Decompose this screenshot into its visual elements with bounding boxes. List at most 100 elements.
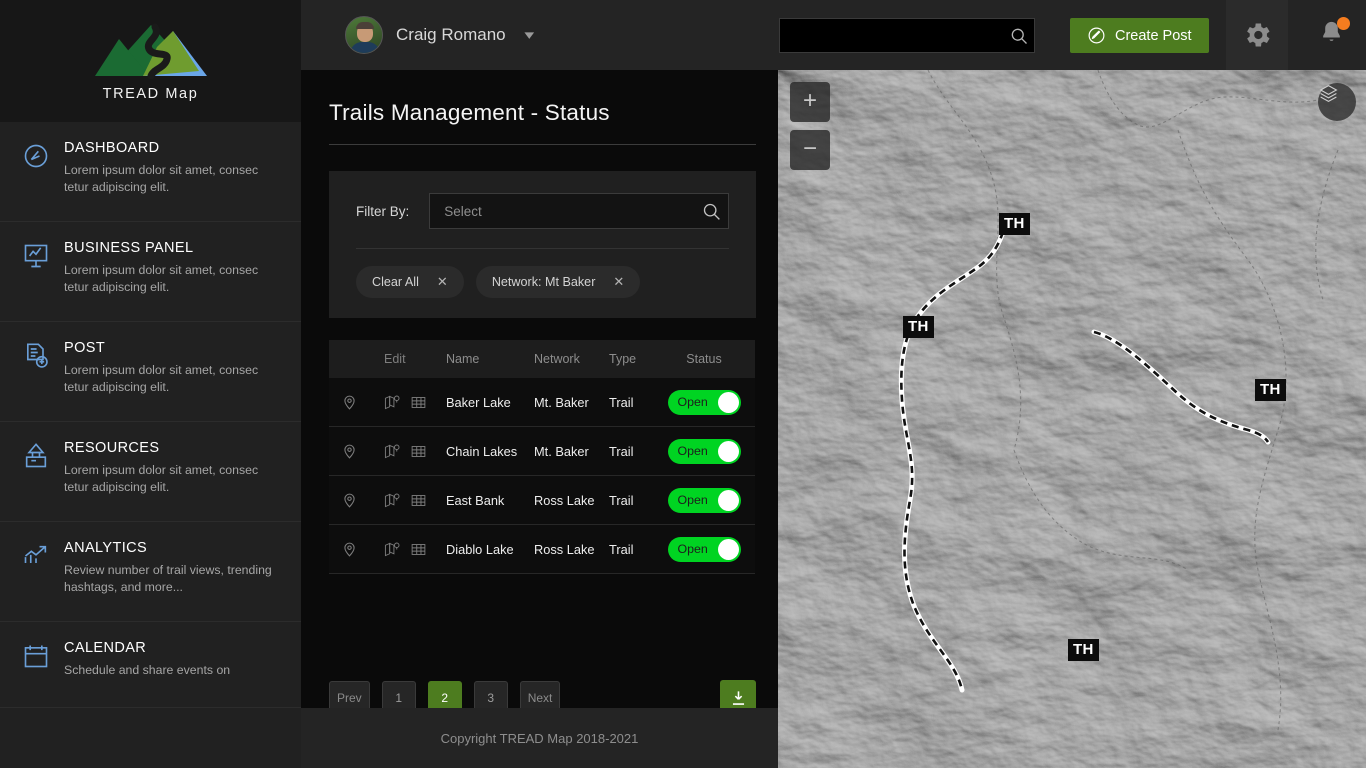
sidebar-item-analytics[interactable]: ANALYTICS Review number of trail views, … (0, 522, 301, 622)
layers-icon (1319, 84, 1338, 103)
cell-name: Chain Lakes (446, 443, 518, 459)
status-toggle[interactable]: Open (667, 389, 741, 415)
zoom-out-button[interactable]: − (790, 130, 830, 170)
presentation-chart-icon (22, 242, 50, 270)
sidebar-item-dashboard[interactable]: DASHBOARD Lorem ipsum dolor sit amet, co… (0, 122, 301, 222)
filter-card: Filter By: Clear All ✕ Network (329, 171, 756, 318)
create-post-button[interactable]: Create Post (1070, 18, 1209, 53)
cell-type: Trail (609, 394, 634, 410)
network-filter-chip[interactable]: Network: Mt Baker ✕ (475, 266, 641, 298)
row-edit-actions[interactable] (370, 541, 446, 558)
status-label: Open (677, 493, 708, 507)
map-pin-icon[interactable] (329, 394, 370, 411)
sidebar-item-business-panel[interactable]: BUSINESS PANEL Lorem ipsum dolor sit ame… (0, 222, 301, 322)
sidebar-item-post[interactable]: POST Lorem ipsum dolor sit amet, consec … (0, 322, 301, 422)
trails-table: Edit Name Network Type Status Baker Lake… (329, 340, 755, 574)
header-search[interactable] (779, 18, 1035, 53)
row-edit-actions[interactable] (370, 492, 446, 509)
trailhead-marker[interactable]: TH (903, 316, 934, 338)
filter-select-input[interactable] (430, 203, 694, 219)
sidebar: TREAD Map DASHBOARD Lorem ipsum dolor si… (0, 0, 301, 768)
filter-divider (356, 248, 729, 249)
cell-name: Baker Lake (446, 394, 511, 410)
cell-network: Ross Lake (534, 492, 595, 508)
table-grid-icon[interactable] (410, 443, 427, 460)
map-layers-button[interactable] (1318, 83, 1356, 121)
user-name: Craig Romano (396, 25, 506, 44)
pencil-circle-icon (1088, 27, 1105, 44)
trailhead-marker[interactable]: TH (1255, 379, 1286, 401)
search-icon (694, 201, 728, 222)
notification-badge (1336, 17, 1350, 30)
search-icon (1004, 26, 1034, 46)
col-header-type: Type (609, 352, 637, 366)
cell-type: Trail (609, 492, 634, 508)
sidebar-item-calendar[interactable]: CALENDAR Schedule and share events on (0, 622, 301, 708)
filter-select[interactable] (429, 193, 729, 229)
close-icon[interactable]: ✕ (613, 274, 624, 290)
download-icon (732, 690, 744, 705)
map-pin-icon[interactable] (329, 492, 370, 509)
trending-up-icon (22, 542, 50, 570)
title-divider (329, 144, 756, 145)
table-row[interactable]: Diablo Lake Ross Lake Trail Open (329, 525, 755, 574)
sidebar-item-label: BUSINESS PANEL (64, 240, 194, 256)
col-header-status: Status (686, 352, 722, 366)
toggle-knob (717, 391, 739, 413)
mountain-trail-logo (94, 23, 207, 79)
table-row[interactable]: Chain Lakes Mt. Baker Trail Open (329, 427, 755, 476)
chip-label: Clear All (372, 275, 419, 289)
clear-all-chip[interactable]: Clear All ✕ (356, 266, 464, 298)
sidebar-item-resources[interactable]: RESOURCES Lorem ipsum dolor sit amet, co… (0, 422, 301, 522)
status-label: Open (677, 542, 708, 556)
table-row[interactable]: Baker Lake Mt. Baker Trail Open (329, 378, 755, 427)
copyright-text: Copyright TREAD Map 2018-2021 (440, 730, 639, 746)
row-edit-actions[interactable] (370, 443, 446, 460)
status-toggle[interactable]: Open (667, 536, 741, 562)
brand-logo-block: TREAD Map (0, 0, 301, 122)
chip-label: Network: Mt Baker (491, 275, 596, 289)
table-grid-icon[interactable] (410, 541, 427, 558)
table-row[interactable]: East Bank Ross Lake Trail Open (329, 476, 755, 525)
sidebar-item-desc: Lorem ipsum dolor sit amet, consec tetur… (64, 463, 259, 494)
col-header-name: Name (446, 352, 480, 366)
notifications-button[interactable] (1300, 0, 1362, 70)
settings-button[interactable] (1226, 0, 1288, 70)
sidebar-item-label: DASHBOARD (64, 140, 160, 156)
terrain-layer (778, 70, 1366, 768)
row-edit-actions[interactable] (370, 394, 446, 411)
search-input[interactable] (780, 19, 1004, 52)
map-canvas[interactable]: + − TH TH TH TH (778, 70, 1366, 768)
map-location-icon[interactable] (384, 541, 401, 558)
app-root: TREAD Map DASHBOARD Lorem ipsum dolor si… (0, 0, 1366, 768)
col-header-edit: Edit (384, 352, 406, 366)
calendar-icon (22, 642, 50, 670)
cell-name: Diablo Lake (446, 541, 514, 557)
top-header: Craig Romano ▾ Create Post (301, 0, 1366, 70)
map-location-icon[interactable] (384, 492, 401, 509)
map-pin-icon[interactable] (329, 443, 370, 460)
trailhead-marker[interactable]: TH (1068, 639, 1099, 661)
document-plus-icon (22, 342, 50, 370)
map-location-icon[interactable] (384, 394, 401, 411)
sidebar-item-label: ANALYTICS (64, 540, 148, 556)
speedometer-icon (22, 142, 50, 170)
map-location-icon[interactable] (384, 443, 401, 460)
cell-network: Mt. Baker (534, 443, 589, 459)
map-pin-icon[interactable] (329, 541, 370, 558)
chevron-down-icon[interactable]: ▾ (524, 27, 534, 43)
table-grid-icon[interactable] (410, 492, 427, 509)
close-icon[interactable]: ✕ (437, 274, 448, 290)
trailhead-marker[interactable]: TH (999, 213, 1030, 235)
status-toggle[interactable]: Open (667, 438, 741, 464)
footer: Copyright TREAD Map 2018-2021 (301, 708, 778, 768)
zoom-in-button[interactable]: + (790, 82, 830, 122)
sidebar-item-desc: Schedule and share events on (64, 663, 231, 677)
table-grid-icon[interactable] (410, 394, 427, 411)
user-menu[interactable]: Craig Romano ▾ (345, 16, 534, 54)
gear-icon (1247, 23, 1270, 47)
toggle-knob (717, 440, 739, 462)
status-toggle[interactable]: Open (667, 487, 741, 513)
cell-network: Ross Lake (534, 541, 595, 557)
status-label: Open (677, 444, 708, 458)
